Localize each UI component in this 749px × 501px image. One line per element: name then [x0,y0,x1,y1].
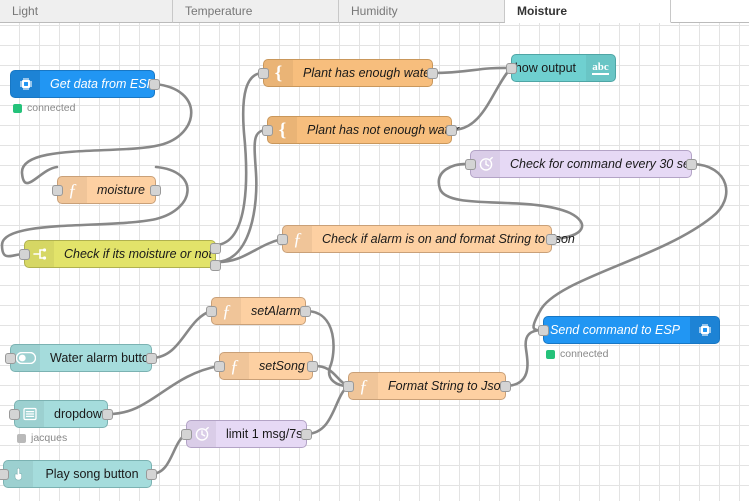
node-label: limit 1 msg/7s [226,427,303,441]
node-send-command-to-esp[interactable]: Send command to ESP connected [538,316,720,360]
status-text: connected [27,102,76,114]
input-port[interactable] [343,381,354,392]
output-port[interactable] [300,306,311,317]
node-status: connected [546,348,608,360]
node-limit-1-msg-7s[interactable]: limit 1 msg/7s [181,420,312,448]
node-label: moisture [97,183,145,197]
wire-limit-to-format [305,384,350,436]
status-text: jacques [31,432,68,444]
node-show-output[interactable]: abc Show output [506,54,616,82]
output-port-1[interactable] [210,243,221,254]
output-port[interactable] [686,159,697,170]
node-label: Get data from ESP [50,77,155,91]
status-dot [17,433,26,443]
input-port[interactable] [5,353,16,364]
node-water-alarm-button[interactable]: Water alarm button [5,344,157,372]
output-port[interactable] [427,68,438,79]
status-dot [13,103,22,113]
node-label: Check for command every 30 sec [510,157,697,171]
wire-playsong-to-limit [150,432,188,476]
output-port[interactable] [500,381,511,392]
input-port[interactable] [206,306,217,317]
status-text: connected [560,348,609,360]
node-dropdown[interactable]: dropdown jacques [9,400,113,444]
node-label: Plant has enough water [303,66,435,80]
tab-label: Moisture [517,4,568,18]
input-port[interactable] [0,469,9,480]
tab-bar-spacer [671,0,749,23]
tab-temperature[interactable]: Temperature [173,0,339,23]
input-port[interactable] [9,409,20,420]
tab-humidity[interactable]: Humidity [339,0,505,23]
tab-light[interactable]: Light [0,0,173,23]
input-port[interactable] [262,125,273,136]
input-port[interactable] [258,68,269,79]
output-port[interactable] [150,185,161,196]
flow-tab-bar: Light Temperature Humidity Moisture [0,0,749,23]
node-play-song-button[interactable]: Play song button [0,460,157,488]
output-port[interactable] [446,125,457,136]
output-port[interactable] [102,409,113,420]
flow-canvas[interactable]: Get data from ESP connected ƒ moisture C… [0,23,749,501]
input-port[interactable] [506,63,517,74]
node-status: jacques [17,432,67,444]
node-plant-has-not-enough-water[interactable]: { Plant has not enough water [262,116,459,144]
input-port[interactable] [181,429,192,440]
node-status: connected [13,102,75,114]
wire-esp-to-moisture [20,82,193,185]
input-port[interactable] [214,361,225,372]
wire-check-to-notenough [214,128,269,264]
node-moisture-function[interactable]: ƒ moisture [52,176,161,204]
tab-label: Light [12,4,39,18]
node-set-song[interactable]: ƒ setSong [214,352,318,380]
output-port[interactable] [546,234,557,245]
wire-dropdown-to-setsong [106,364,221,416]
node-format-string-to-json[interactable]: ƒ Format String to Json [343,372,511,400]
output-port[interactable] [301,429,312,440]
microchip-icon [690,317,719,343]
output-port[interactable] [307,361,318,372]
abc-debug-icon: abc [586,55,615,81]
tab-label: Temperature [185,4,253,18]
wire-check-to-enough [214,71,265,247]
wire-check-to-alarm [214,237,284,264]
node-check-if-alarm-is-on[interactable]: ƒ Check if alarm is on and format String… [277,225,575,253]
input-port[interactable] [538,325,549,336]
tab-label: Humidity [351,4,398,18]
input-port[interactable] [19,249,30,260]
output-port[interactable] [146,469,157,480]
output-port[interactable] [149,79,160,90]
node-plant-has-enough-water[interactable]: { Plant has enough water [258,59,438,87]
output-port-2[interactable] [210,260,221,271]
node-label: Format String to Json [388,379,508,393]
node-label: Send command to ESP [550,323,680,337]
node-label: Plant has not enough water [307,123,460,137]
tab-moisture[interactable]: Moisture [505,0,671,23]
node-check-if-moisture[interactable]: Check if its moisture or not [19,240,221,271]
node-get-data-from-esp[interactable]: Get data from ESP connected [10,70,160,114]
input-port[interactable] [52,185,63,196]
status-dot [546,349,555,359]
node-label: Check if alarm is on and format String t… [322,232,575,246]
input-port[interactable] [277,234,288,245]
output-port[interactable] [146,353,157,364]
node-label: setSong [259,359,305,373]
input-port[interactable] [465,159,476,170]
node-label: Play song button [45,467,139,481]
node-check-for-command-every-30-sec[interactable]: Check for command every 30 sec [465,150,697,178]
node-red-editor: Light Temperature Humidity Moisture Get … [0,0,749,501]
microchip-icon [11,71,40,97]
node-label: Check if its moisture or not [64,247,212,261]
node-set-alarm[interactable]: ƒ setAlarm [206,297,311,325]
